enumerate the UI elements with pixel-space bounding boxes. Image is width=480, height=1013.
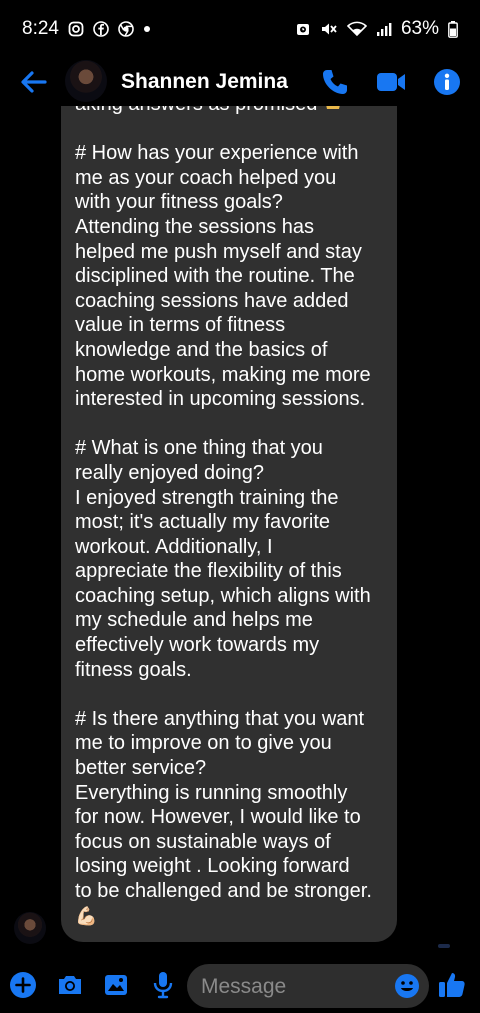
message-input-placeholder: Message [201, 975, 287, 998]
instagram-icon [68, 21, 84, 37]
microphone-icon [153, 972, 173, 999]
message-body: # How has your experience with me as you… [75, 142, 372, 902]
emoji-icon [395, 974, 419, 998]
notification-dot-icon [143, 25, 151, 33]
status-time: 8:24 [22, 18, 59, 39]
gallery-icon [105, 975, 127, 995]
info-button[interactable] [430, 66, 464, 98]
sender-avatar-small [14, 912, 46, 944]
message-text-block: aking answers as promised # How has your… [75, 106, 393, 928]
back-button[interactable] [18, 66, 50, 98]
back-arrow-icon [21, 71, 47, 93]
emoji-button[interactable] [393, 972, 421, 1000]
signal-icon [376, 21, 392, 37]
info-icon [434, 69, 460, 95]
camera-button[interactable] [53, 968, 87, 1002]
battery-percent: 63% [400, 18, 439, 39]
contact-name[interactable]: Shannen Jemina [121, 70, 288, 94]
gallery-button[interactable] [99, 968, 133, 1002]
message-input[interactable]: Message [187, 964, 429, 1008]
camera-icon [59, 976, 81, 994]
alarm-icon [295, 21, 311, 37]
facebook-icon [93, 21, 109, 37]
status-left: 8:24 [22, 18, 151, 40]
read-receipt-indicator [438, 944, 450, 948]
status-bar: 8:24 63% [0, 0, 480, 58]
voice-message-button[interactable] [146, 968, 180, 1002]
cut-off-emoji [323, 106, 343, 114]
like-button[interactable] [435, 968, 469, 1002]
wifi-icon [346, 21, 367, 37]
more-actions-button[interactable] [6, 968, 40, 1002]
chrome-icon [118, 21, 134, 37]
message-cut-off-line: aking answers as promised [75, 106, 317, 115]
mute-icon [320, 21, 338, 37]
conversation-header: Shannen Jemina [0, 58, 480, 106]
flexed-biceps-emoji: 💪🏻 [75, 905, 98, 926]
battery-icon [448, 20, 458, 38]
contact-avatar[interactable] [65, 60, 107, 102]
like-icon [439, 973, 465, 997]
video-icon [377, 73, 405, 91]
message-composer: Message [0, 962, 480, 1008]
video-call-button[interactable] [374, 66, 408, 98]
phone-icon [323, 70, 347, 94]
received-message-bubble[interactable]: aking answers as promised # How has your… [61, 106, 397, 942]
status-right: 63% [295, 18, 458, 40]
plus-icon [10, 972, 36, 998]
call-button[interactable] [318, 66, 352, 98]
